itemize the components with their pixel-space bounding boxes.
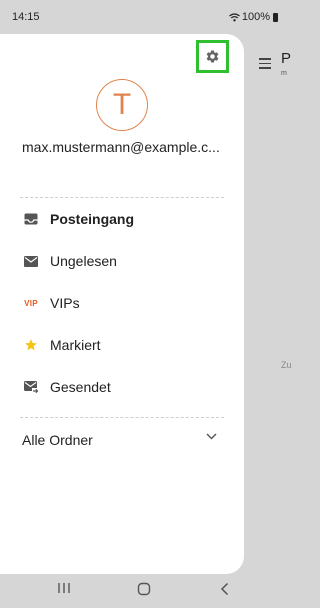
background-subtitle: m	[281, 70, 287, 77]
background-hint: Zu	[281, 360, 292, 370]
navigation-drawer: T max.mustermann@example.c... Posteingan…	[0, 34, 244, 574]
nav-label-sent: Gesendet	[50, 379, 111, 395]
avatar-letter: T	[112, 88, 132, 121]
nav-item-unread[interactable]: Ungelesen	[0, 240, 244, 282]
wifi-icon	[228, 12, 240, 21]
home-icon[interactable]	[137, 582, 151, 596]
star-icon	[22, 337, 40, 353]
divider	[20, 417, 224, 418]
back-icon[interactable]	[220, 582, 229, 596]
gear-icon	[206, 50, 219, 63]
settings-button[interactable]	[196, 40, 229, 73]
nav-label-flagged: Markiert	[50, 337, 101, 353]
nav-label-inbox: Posteingang	[50, 211, 135, 227]
sent-mail-icon	[22, 379, 40, 395]
nav-item-vips[interactable]: VIP VIPs	[0, 282, 244, 324]
vip-icon: VIP	[24, 298, 38, 308]
status-time: 14:15	[12, 11, 40, 23]
nav-item-inbox[interactable]: Posteingang	[0, 198, 244, 240]
status-bar: 14:15 100%	[0, 0, 288, 34]
recent-apps-icon[interactable]	[57, 582, 71, 594]
nav-label-vips: VIPs	[50, 295, 80, 311]
background-app: P m Zu	[244, 34, 292, 574]
system-nav-bar	[0, 574, 288, 608]
battery-icon	[273, 12, 278, 22]
all-folders-row[interactable]: Alle Ordner	[0, 421, 244, 459]
battery-percentage: 100%	[241, 11, 270, 23]
nav-list: Posteingang Ungelesen VIP VIPs Markiert …	[0, 198, 244, 408]
background-title: P	[281, 50, 292, 67]
nav-item-sent[interactable]: Gesendet	[0, 366, 244, 408]
account-avatar[interactable]: T	[96, 79, 148, 131]
all-folders-label: Alle Ordner	[22, 432, 93, 448]
chevron-down-icon	[206, 433, 217, 440]
account-email: max.mustermann@example.c...	[22, 139, 220, 155]
status-indicators: 100%	[228, 11, 278, 23]
envelope-icon	[22, 253, 40, 269]
inbox-icon	[22, 211, 40, 227]
hamburger-menu-icon[interactable]	[259, 58, 271, 72]
nav-item-flagged[interactable]: Markiert	[0, 324, 244, 366]
nav-label-unread: Ungelesen	[50, 253, 117, 269]
